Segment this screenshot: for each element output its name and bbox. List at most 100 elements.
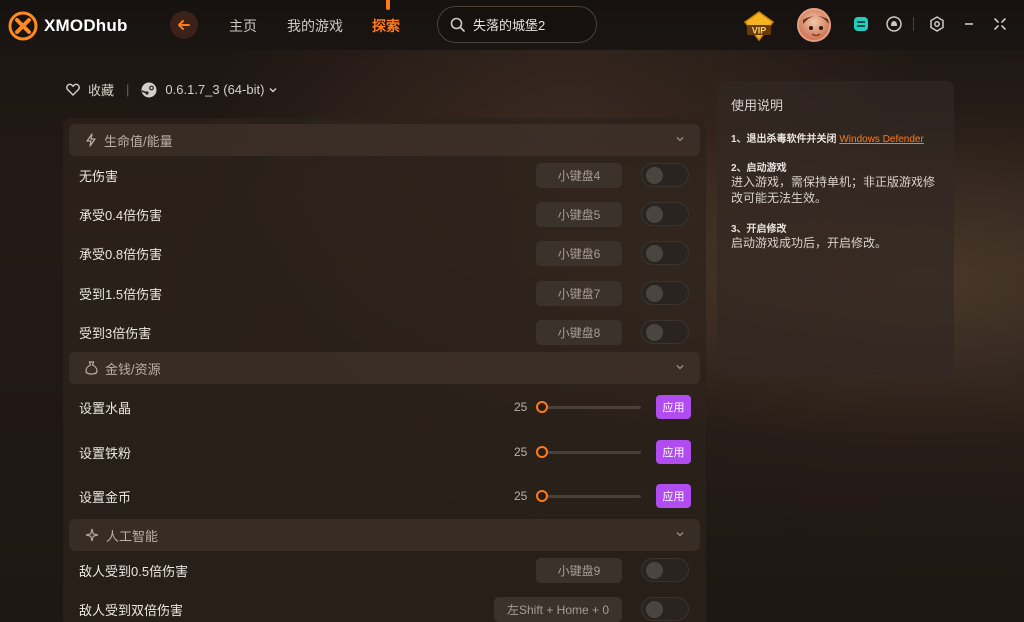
slider-thumb[interactable] [536,401,548,413]
slider-track[interactable] [541,495,641,498]
steam-icon [141,82,157,97]
cheat-toggle[interactable] [641,241,689,265]
game-meta-row: 收藏 | 0.6.1.7_3 (64-bit) [66,80,278,99]
slider-value: 25 [514,445,528,459]
apply-button[interactable]: 应用 [656,484,691,508]
lightning-icon [86,133,96,147]
apply-button[interactable]: 应用 [656,440,691,464]
cheat-panel: 生命值/能量 无伤害 小键盘4 承受0.4倍伤害 小键盘5 承受0.8倍伤害 小… [63,118,706,622]
section-title: 人工智能 [106,528,159,544]
windows-defender-link[interactable]: Windows Defender [839,134,923,145]
sparkle-icon [85,528,99,542]
cheat-toggle[interactable] [641,163,689,187]
cheat-row: 承受0.8倍伤害 小键盘6 [79,240,689,266]
slider-thumb[interactable] [536,490,548,502]
hotkey-button[interactable]: 左Shift + Home + 0 [494,596,622,622]
hotkey-button[interactable]: 小键盘5 [536,201,622,227]
instruction-step-1: 1、退出杀毒软件并关闭 Windows Defender [731,130,940,145]
vip-badge-icon[interactable]: VIP [742,10,776,42]
hotkey-button[interactable]: 小键盘7 [536,280,622,306]
toggle-knob [646,245,663,262]
slider-track[interactable] [541,406,641,409]
step-title: 3、开启修改 [731,224,787,235]
nav-home[interactable]: 主页 [229,16,257,36]
minimize-icon[interactable] [960,15,978,33]
favorite-label[interactable]: 收藏 [88,80,114,99]
hotkey-button[interactable]: 小键盘6 [536,240,622,266]
title-bar: XMODhub 主页 我的游戏 探索 VIP [0,0,1024,50]
cheat-row: 承受0.4倍伤害 小键盘5 [79,201,689,227]
section-header-health[interactable]: 生命值/能量 [69,124,700,156]
cheat-label: 承受0.4倍伤害 [79,207,163,223]
step-title: 2、启动游戏 [731,163,787,174]
cheat-row: 敌人受到0.5倍伤害 小键盘9 [79,557,689,583]
heart-icon[interactable] [66,83,80,96]
back-button[interactable] [170,11,198,39]
settings-icon[interactable] [928,15,946,33]
toggle-knob [646,324,663,341]
status-indicator-icon[interactable] [852,15,870,33]
nav-explore[interactable]: 探索 [372,16,400,36]
instructions-panel: 使用说明 1、退出杀毒软件并关闭 Windows Defender 2、启动游戏… [717,81,954,375]
chevron-down-icon[interactable] [268,85,278,95]
toggle-knob [646,167,663,184]
hotkey-button[interactable]: 小键盘4 [536,162,622,188]
toggle-knob [646,206,663,223]
step-body: 进入游戏，需保持单机；非正版游戏修改可能无法生效。 [731,175,936,205]
section-title: 生命值/能量 [104,133,173,149]
hotkey-button[interactable]: 小键盘8 [536,319,622,345]
cheat-toggle[interactable] [641,320,689,344]
nav-my-games[interactable]: 我的游戏 [287,16,343,36]
version-select[interactable]: 0.6.1.7_3 (64-bit) [165,82,264,97]
search-input[interactable] [473,17,583,32]
close-icon[interactable] [991,15,1009,33]
avatar-face-icon [803,16,829,37]
cheat-label: 承受0.8倍伤害 [79,246,163,262]
cheat-row: 无伤害 小键盘4 [79,162,689,188]
cheat-row: 设置铁粉 25 应用 [79,439,691,465]
search-icon [450,17,465,32]
app-logo[interactable]: XMODhub [8,11,128,41]
cheat-row: 受到1.5倍伤害 小键盘7 [79,280,689,306]
chevron-down-icon [676,532,684,537]
cheat-label: 敌人受到双倍伤害 [79,602,184,618]
slider-thumb[interactable] [536,446,548,458]
chevron-down-icon [676,137,684,142]
arrow-left-icon [178,20,190,30]
toggle-knob [646,601,663,618]
cheat-label: 敌人受到0.5倍伤害 [79,563,189,579]
svg-text:VIP: VIP [752,26,767,36]
cheat-toggle[interactable] [641,202,689,226]
slider-track[interactable] [541,451,641,454]
cheat-row: 受到3倍伤害 小键盘8 [79,319,689,345]
cheat-label: 受到1.5倍伤害 [79,286,163,302]
cheat-row: 敌人受到双倍伤害 左Shift + Home + 0 [79,596,689,622]
titlebar-divider [913,17,914,31]
cheat-label: 设置铁粉 [79,445,132,461]
cheat-toggle[interactable] [641,597,689,621]
cheat-row: 设置金币 25 应用 [79,483,691,509]
toggle-knob [646,285,663,302]
section-title: 金钱/资源 [105,361,161,377]
cheat-toggle[interactable] [641,281,689,305]
cheat-label: 设置金币 [79,489,132,505]
hotkey-button[interactable]: 小键盘9 [536,557,622,583]
toggle-knob [646,562,663,579]
step-title: 1、退出杀毒软件并关闭 [731,134,837,145]
instructions-title: 使用说明 [731,98,784,113]
cheat-row: 设置水晶 25 应用 [79,394,691,420]
instruction-step-2: 2、启动游戏 进入游戏，需保持单机；非正版游戏修改可能无法生效。 [731,159,940,206]
step-body: 启动游戏成功后，开启修改。 [731,236,888,250]
money-bag-icon [85,361,98,375]
notification-icon[interactable] [885,15,903,33]
cheat-toggle[interactable] [641,558,689,582]
apply-button[interactable]: 应用 [656,395,691,419]
nav-active-indicator [386,0,390,10]
cheat-label: 无伤害 [79,168,119,184]
instruction-step-3: 3、开启修改 启动游戏成功后，开启修改。 [731,220,940,251]
user-avatar[interactable] [797,8,831,42]
section-header-ai[interactable]: 人工智能 [69,519,700,551]
slider-value: 25 [514,400,528,414]
search-box[interactable] [437,6,597,43]
section-header-money[interactable]: 金钱/资源 [69,352,700,384]
